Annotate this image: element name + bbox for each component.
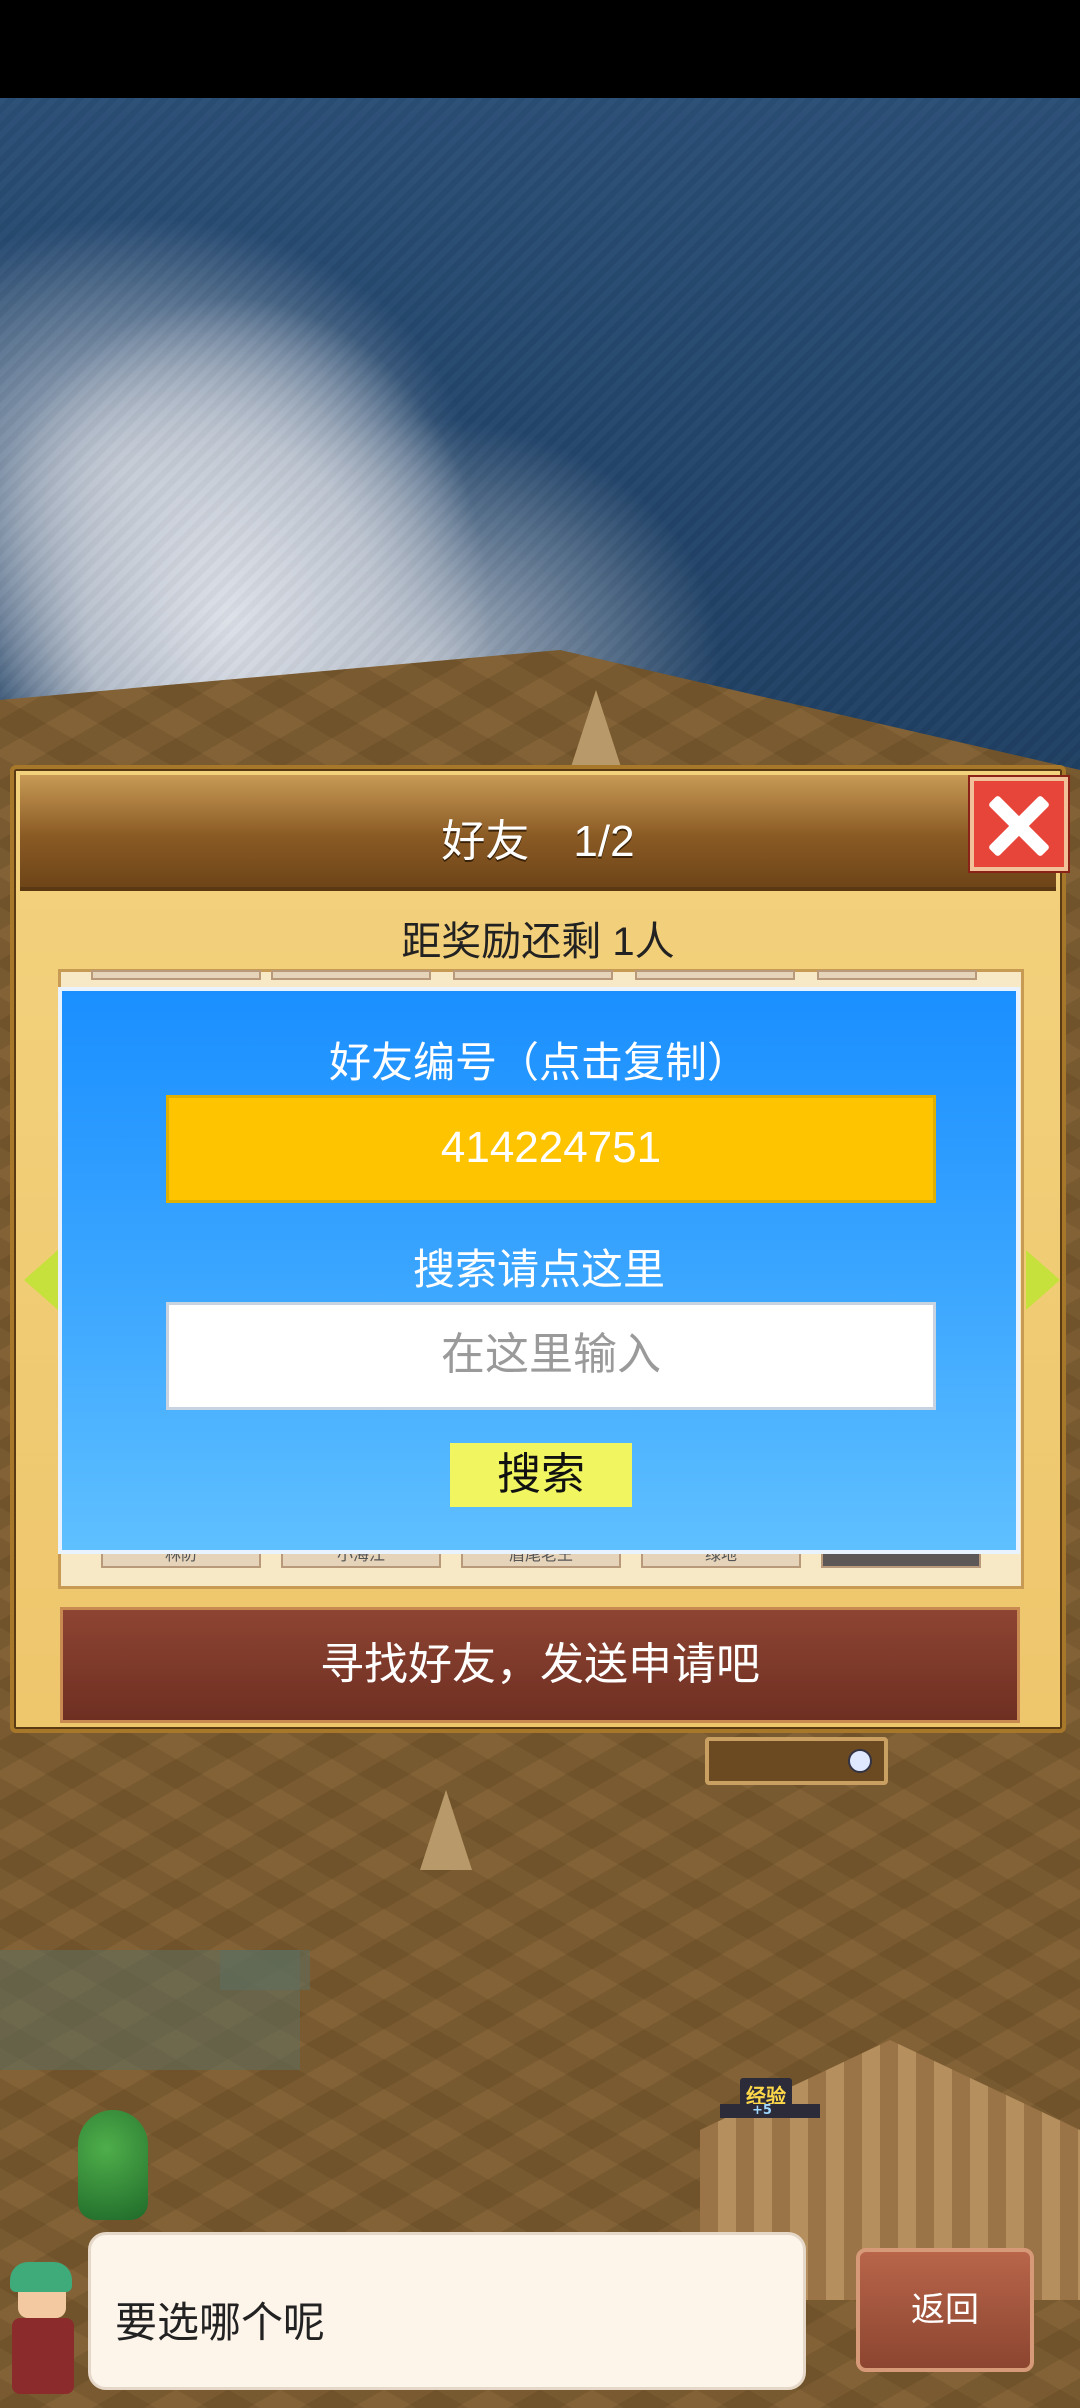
friend-slot[interactable] <box>91 970 261 980</box>
avatar-hair <box>10 2262 72 2292</box>
friend-search-panel: 好友编号（点击复制） 414224751 搜索请点这里 在这里输入 搜索 <box>58 987 1020 1554</box>
friend-slot[interactable] <box>817 970 977 980</box>
search-input[interactable]: 在这里输入 <box>166 1302 936 1410</box>
friend-slot[interactable] <box>635 970 795 980</box>
status-bar <box>0 0 1080 98</box>
find-friends-button[interactable]: 寻找好友，发送申请吧 <box>60 1607 1020 1723</box>
coin-icon <box>848 1749 872 1773</box>
map-signboard[interactable] <box>705 1737 888 1785</box>
dialog-title: 好友 1/2 <box>441 817 635 866</box>
exp-gain: +5 <box>720 2104 820 2118</box>
close-button[interactable] <box>970 777 1068 871</box>
prev-page-arrow-icon[interactable] <box>24 1250 58 1310</box>
speech-bubble: 要选哪个呢 <box>88 2232 806 2390</box>
search-label: 搜索请点这里 <box>412 1246 665 1293</box>
friend-slot[interactable] <box>271 970 431 980</box>
friend-id-label: 好友编号（点击复制） <box>328 1039 749 1086</box>
grass-patch <box>220 1950 310 1990</box>
reward-remaining-text: 距奖励还剩 1人 <box>401 920 675 964</box>
rock-spire <box>570 690 622 770</box>
search-button[interactable]: 搜索 <box>450 1443 632 1507</box>
avatar-body <box>12 2318 74 2394</box>
next-page-arrow-icon[interactable] <box>1026 1250 1060 1310</box>
character-avatar <box>0 2262 92 2408</box>
friend-id-copy-box[interactable]: 414224751 <box>166 1095 936 1203</box>
speech-text: 要选哪个呢 <box>115 2299 326 2346</box>
friend-slot[interactable] <box>453 970 613 980</box>
dialog-header: 好友 1/2 <box>20 775 1056 891</box>
back-button[interactable]: 返回 <box>856 2248 1034 2372</box>
rock-spire <box>420 1790 472 1870</box>
tree <box>78 2110 148 2220</box>
